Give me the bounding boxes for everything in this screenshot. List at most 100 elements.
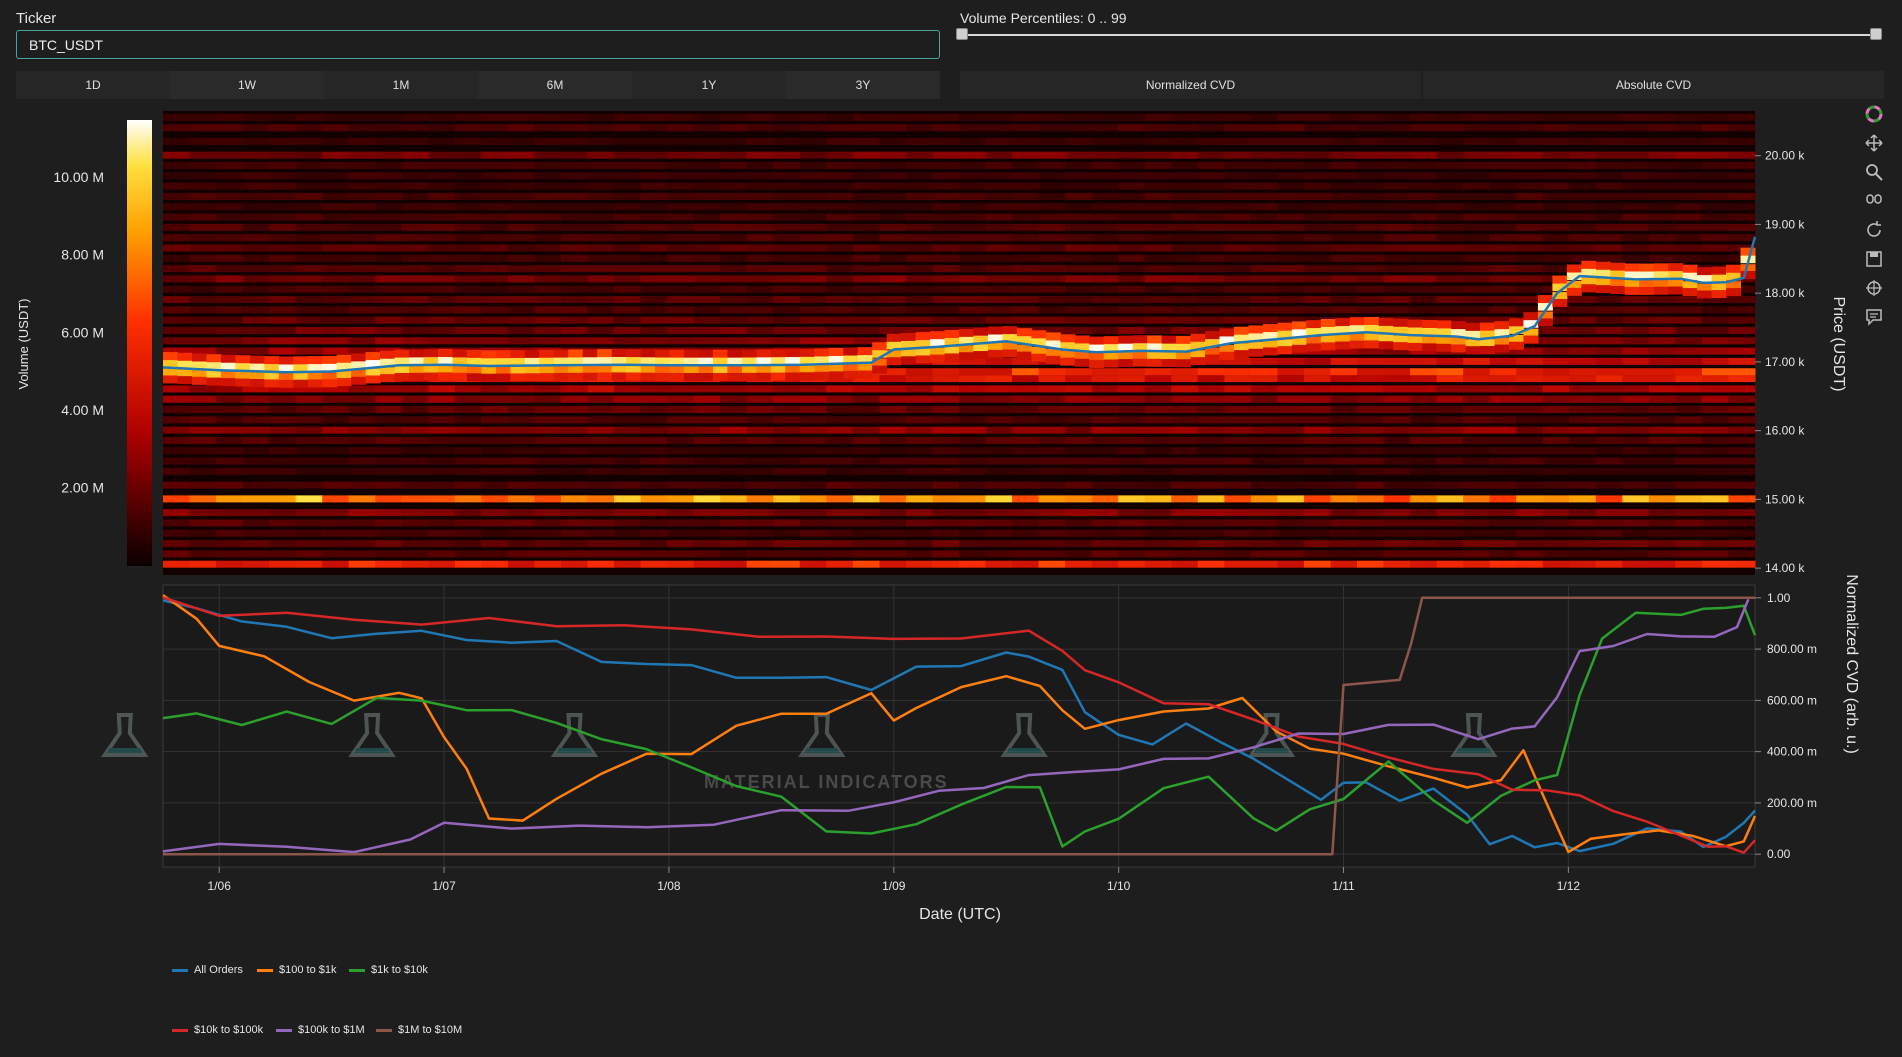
- heatmap-cell: [269, 192, 297, 200]
- heatmap-cell: [242, 234, 270, 242]
- heatmap-cell: [163, 352, 178, 361]
- legend-item-100-to-1k[interactable]: $100 to $1k: [257, 964, 337, 976]
- ticker-input[interactable]: [16, 30, 940, 59]
- download-icon[interactable]: [1864, 249, 1884, 269]
- heatmap-cell: [985, 467, 1013, 475]
- heatmap-cell: [1728, 113, 1756, 121]
- legend-item-10k-to-100k[interactable]: $10k to $100k: [172, 1024, 263, 1036]
- heatmap-cell: [1410, 395, 1438, 403]
- heatmap-cell: [799, 203, 827, 211]
- range-button-1m[interactable]: 1M: [324, 71, 478, 99]
- heatmap-cell: [1542, 357, 1570, 365]
- heatmap-cell: [1728, 375, 1756, 383]
- pan-icon[interactable]: [1864, 133, 1884, 153]
- normalized-cvd-button[interactable]: Normalized CVD: [960, 71, 1421, 99]
- range-button-1d[interactable]: 1D: [16, 71, 170, 99]
- heatmap-cell: [932, 151, 960, 159]
- heatmap-cell: [1569, 436, 1597, 444]
- heatmap-plot[interactable]: [162, 111, 1757, 575]
- heatmap-cell: [1410, 509, 1438, 517]
- heatmap-cell: [959, 457, 987, 465]
- heatmap-cell: [561, 467, 589, 475]
- autoscale-icon[interactable]: [1864, 191, 1884, 211]
- slider-handle-min[interactable]: [956, 28, 968, 40]
- slider-handle-max[interactable]: [1870, 28, 1882, 40]
- heatmap-cell: [466, 373, 482, 382]
- plotly-logo-icon[interactable]: [1864, 104, 1884, 124]
- cvd-plot[interactable]: MATERIAL INDICATORS: [100, 584, 1757, 868]
- heatmap-cell: [454, 244, 482, 252]
- heatmap-cell: [1038, 306, 1066, 314]
- heatmap-cell: [561, 495, 589, 503]
- heatmap-cell: [1542, 385, 1570, 393]
- heatmap-cell: [1330, 495, 1358, 503]
- heatmap-cell: [693, 406, 721, 414]
- zoom-icon[interactable]: [1864, 162, 1884, 182]
- heatmap-cell: [1357, 375, 1385, 383]
- heatmap-cell: [454, 124, 482, 132]
- hover-icon[interactable]: [1864, 307, 1884, 327]
- heatmap-cell: [614, 275, 642, 283]
- range-button-1w[interactable]: 1W: [170, 71, 324, 99]
- heatmap-cell: [1303, 275, 1331, 283]
- heatmap-cell: [242, 151, 270, 159]
- heatmap-cell: [189, 529, 217, 537]
- heatmap-cell: [826, 296, 854, 304]
- heatmap-cell: [454, 296, 482, 304]
- heatmap-cell: [826, 495, 854, 503]
- heatmap-cell: [348, 550, 376, 558]
- heatmap-cell: [640, 151, 668, 159]
- absolute-cvd-button[interactable]: Absolute CVD: [1423, 71, 1884, 99]
- heatmap-cell: [1463, 244, 1491, 252]
- heatmap-cell: [428, 306, 456, 314]
- heatmap-cell: [295, 213, 323, 221]
- heatmap-cell: [295, 124, 323, 132]
- heatmap-cell: [1277, 244, 1305, 252]
- heatmap-cell: [669, 357, 685, 366]
- heatmap-cell: [1091, 151, 1119, 159]
- legend-item-100k-to-1m[interactable]: $100k to $1M: [276, 1024, 365, 1036]
- range-button-6m[interactable]: 6M: [478, 71, 632, 99]
- legend-item-1k-to-10k[interactable]: $1k to $10k: [349, 964, 428, 976]
- heatmap-cell: [587, 481, 615, 489]
- heatmap-cell: [1675, 481, 1703, 489]
- heatmap-cell: [1516, 275, 1544, 283]
- heatmap-cell: [684, 366, 699, 375]
- heatmap-cell: [746, 495, 774, 503]
- heatmap-cell: [1516, 285, 1544, 293]
- heatmap-cell: [401, 296, 429, 304]
- legend-item-all-orders[interactable]: All Orders: [172, 964, 243, 976]
- heatmap-cell: [394, 366, 410, 375]
- heatmap-cell: [1171, 560, 1199, 568]
- heatmap-cell: [269, 275, 297, 283]
- heatmap-cell: [1012, 395, 1040, 403]
- heatmap-cell: [985, 275, 1013, 283]
- heatmap-cell: [295, 550, 323, 558]
- reset-icon[interactable]: [1864, 220, 1884, 240]
- heatmap-cell: [667, 560, 695, 568]
- heatmap-cell: [454, 550, 482, 558]
- heatmap-cell: [428, 395, 456, 403]
- volume-percentiles-slider-track[interactable]: [962, 34, 1878, 36]
- heatmap-cell: [1197, 436, 1225, 444]
- heatmap-cell: [1118, 529, 1146, 537]
- heatmap-cell: [1091, 467, 1119, 475]
- heatmap-cell: [799, 172, 827, 180]
- heatmap-cell: [507, 550, 535, 558]
- heatmap-cell: [348, 519, 376, 527]
- heatmap-cell: [1038, 234, 1066, 242]
- heatmap-cell: [534, 137, 562, 145]
- range-button-1y[interactable]: 1Y: [632, 71, 786, 99]
- heatmap-cell: [712, 373, 728, 382]
- heatmap-cell: [1463, 447, 1491, 455]
- heatmap-cell: [242, 337, 270, 345]
- heatmap-cell: [216, 467, 244, 475]
- heatmap-cell: [375, 234, 403, 242]
- heatmap-cell: [322, 347, 350, 355]
- heatmap-cell: [667, 529, 695, 537]
- legend-item-1m-to-10m[interactable]: $1M to $10M: [376, 1024, 462, 1036]
- heatmap-cell: [1176, 359, 1192, 368]
- heatmap-cell: [1065, 529, 1093, 537]
- spike-icon[interactable]: [1864, 278, 1884, 298]
- range-button-3y[interactable]: 3Y: [786, 71, 940, 99]
